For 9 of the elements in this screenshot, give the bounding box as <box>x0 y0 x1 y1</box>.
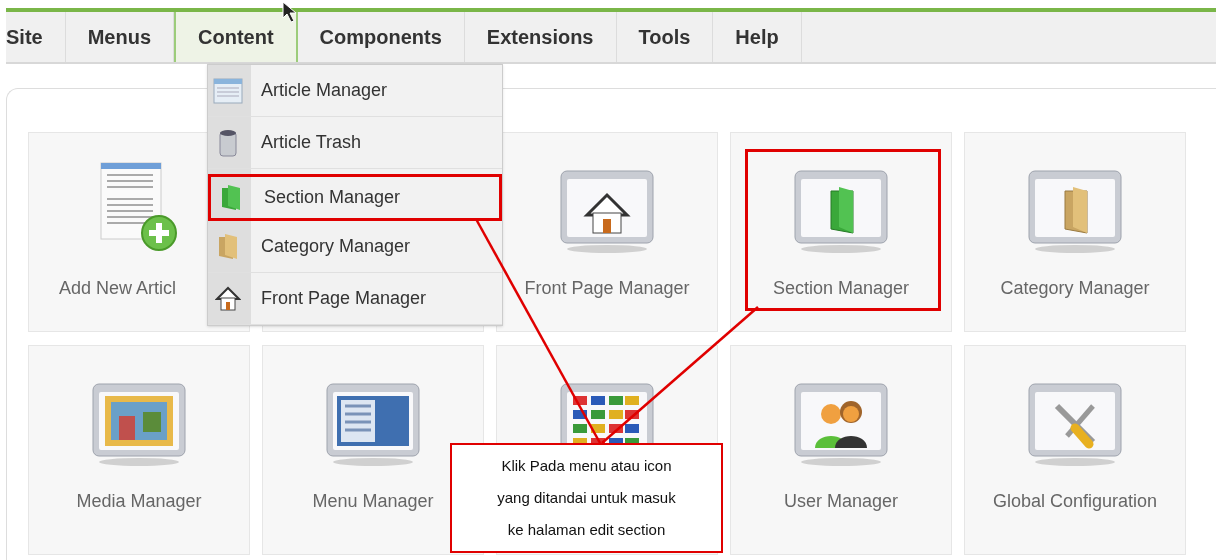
callout-text: Klik Pada menu atau icon yang ditandai untuk masuk ke halaman edit section <box>497 456 676 540</box>
card-label: User Manager <box>783 490 898 513</box>
card-label: Category Manager <box>1000 277 1150 300</box>
card-label: Front Page Manager <box>524 277 690 300</box>
card-label: Add New Articl <box>59 277 177 300</box>
card-label: Section Manager <box>772 277 910 300</box>
card-label: Global Configuration <box>992 490 1158 513</box>
card-label: Media Manager <box>76 490 202 513</box>
card-label: Menu Manager <box>312 490 434 513</box>
